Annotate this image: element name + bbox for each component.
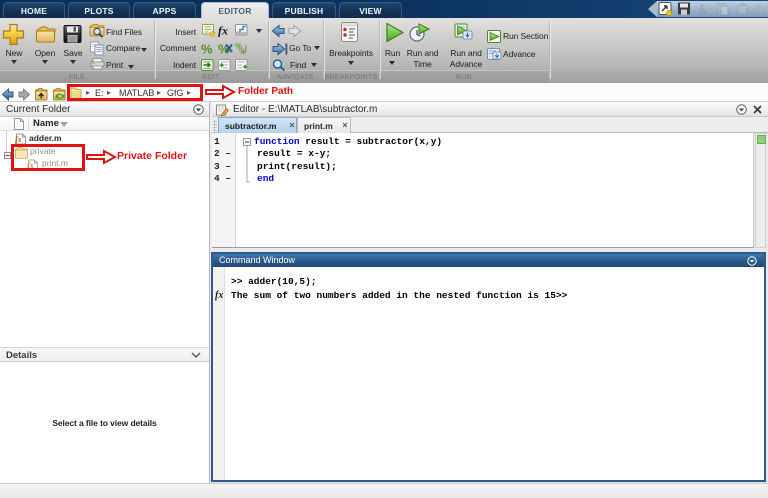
svg-text:fx: fx [218,24,228,38]
svg-text:%: % [201,42,213,57]
svg-text:fx: fx [15,135,22,144]
